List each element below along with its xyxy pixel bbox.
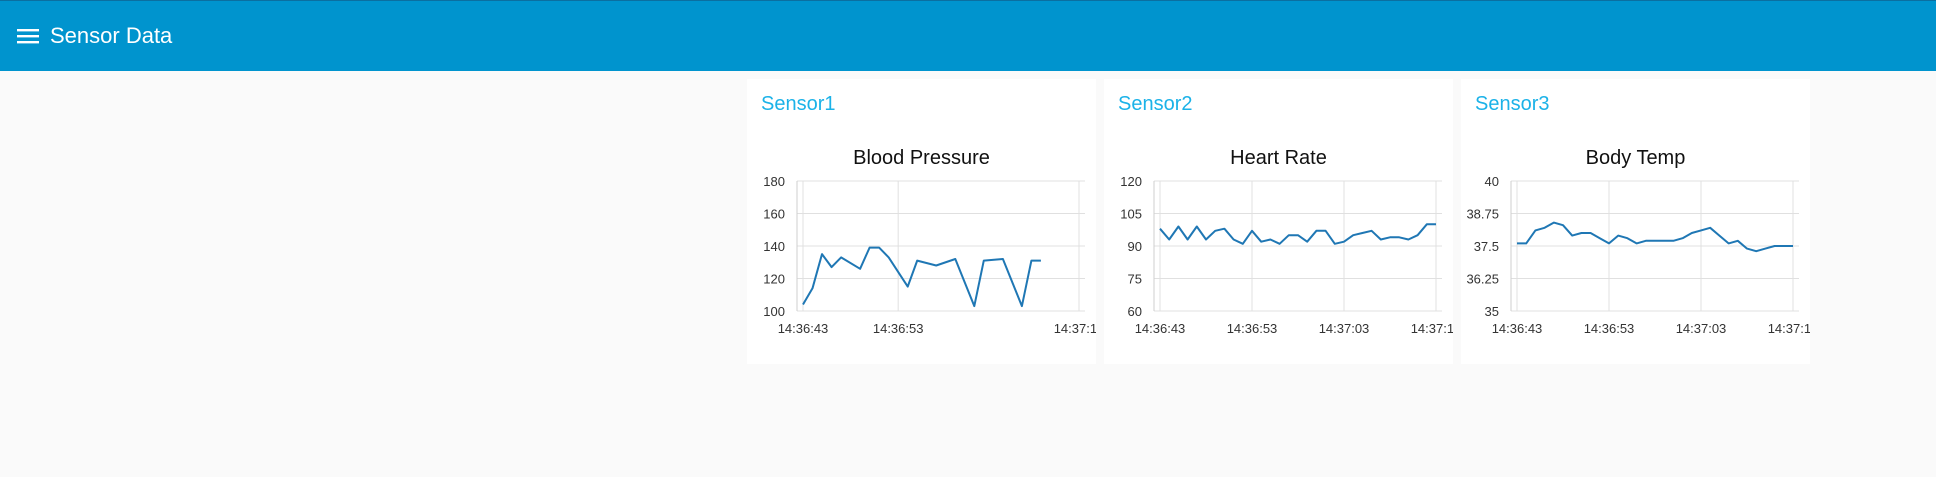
y-tick-label: 180 xyxy=(763,177,785,189)
group-title: Sensor1 xyxy=(761,93,836,115)
x-tick-label: 14:36:43 xyxy=(1135,321,1186,336)
y-tick-label: 60 xyxy=(1128,304,1142,319)
app-toolbar: Sensor Data xyxy=(0,0,1936,71)
y-tick-label: 36.25 xyxy=(1466,272,1499,287)
chart-title: Heart Rate xyxy=(1230,147,1327,169)
y-tick-label: 100 xyxy=(763,304,785,319)
x-tick-label: 14:36:53 xyxy=(1227,321,1278,336)
chart-title: Body Temp xyxy=(1585,147,1686,169)
chart-title: Blood Pressure xyxy=(853,147,990,169)
sensor-group-1: Sensor1 Blood Pressure 180 160 140 120 100 14… xyxy=(747,79,1096,364)
y-tick-label: 120 xyxy=(763,272,785,287)
x-tick-label: 14:36:53 xyxy=(1584,321,1635,336)
y-tick-label: 105 xyxy=(1120,207,1142,222)
series-line xyxy=(802,246,1041,308)
y-tick-label: 40 xyxy=(1485,177,1499,189)
series-line xyxy=(1159,223,1436,245)
y-tick-label: 90 xyxy=(1128,239,1142,254)
dashboard-groups: Sensor1 Blood Pressure 180 160 140 120 100 14… xyxy=(747,79,1818,364)
sensor-group-3: Sensor3 Body Temp 40 38.75 37.5 36.25 35 14:3… xyxy=(1461,79,1810,364)
body-temp-chart[interactable]: 40 38.75 37.5 36.25 35 14:36:43 14:36:53 14:37:… xyxy=(1461,177,1810,337)
x-tick-label: 14:36:53 xyxy=(873,321,924,336)
hamburger-menu-icon[interactable] xyxy=(0,1,56,72)
group-title: Sensor2 xyxy=(1118,93,1193,115)
group-title: Sensor3 xyxy=(1475,93,1550,115)
x-tick-label: 14:36:43 xyxy=(778,321,829,336)
y-tick-label: 160 xyxy=(763,207,785,222)
y-tick-label: 38.75 xyxy=(1466,207,1499,222)
x-tick-label: 14:37:03 xyxy=(1319,321,1370,336)
x-tick-label: 14:37:13 xyxy=(1411,321,1453,336)
y-tick-label: 120 xyxy=(1120,177,1142,189)
x-tick-label: 14:36:43 xyxy=(1492,321,1543,336)
app-title: Sensor Data xyxy=(50,23,173,48)
heart-rate-chart[interactable]: 120 105 90 75 60 14:36:43 14:36:53 14:37:03 14:3… xyxy=(1104,177,1453,337)
x-tick-label: 14:37:03 xyxy=(1676,321,1727,336)
sensor-group-2: Sensor2 Heart Rate 120 105 90 75 60 14:36:43 1… xyxy=(1104,79,1453,364)
y-tick-label: 35 xyxy=(1485,304,1499,319)
y-tick-label: 75 xyxy=(1128,272,1142,287)
series-line xyxy=(1517,221,1793,253)
blood-pressure-chart[interactable]: 180 160 140 120 100 14:36:43 14:36:53 14:37:12 xyxy=(747,177,1096,337)
y-tick-label: 140 xyxy=(763,239,785,254)
x-tick-label: 14:37:13 xyxy=(1768,321,1810,336)
y-tick-label: 37.5 xyxy=(1474,239,1499,254)
x-tick-label: 14:37:12 xyxy=(1054,321,1096,336)
